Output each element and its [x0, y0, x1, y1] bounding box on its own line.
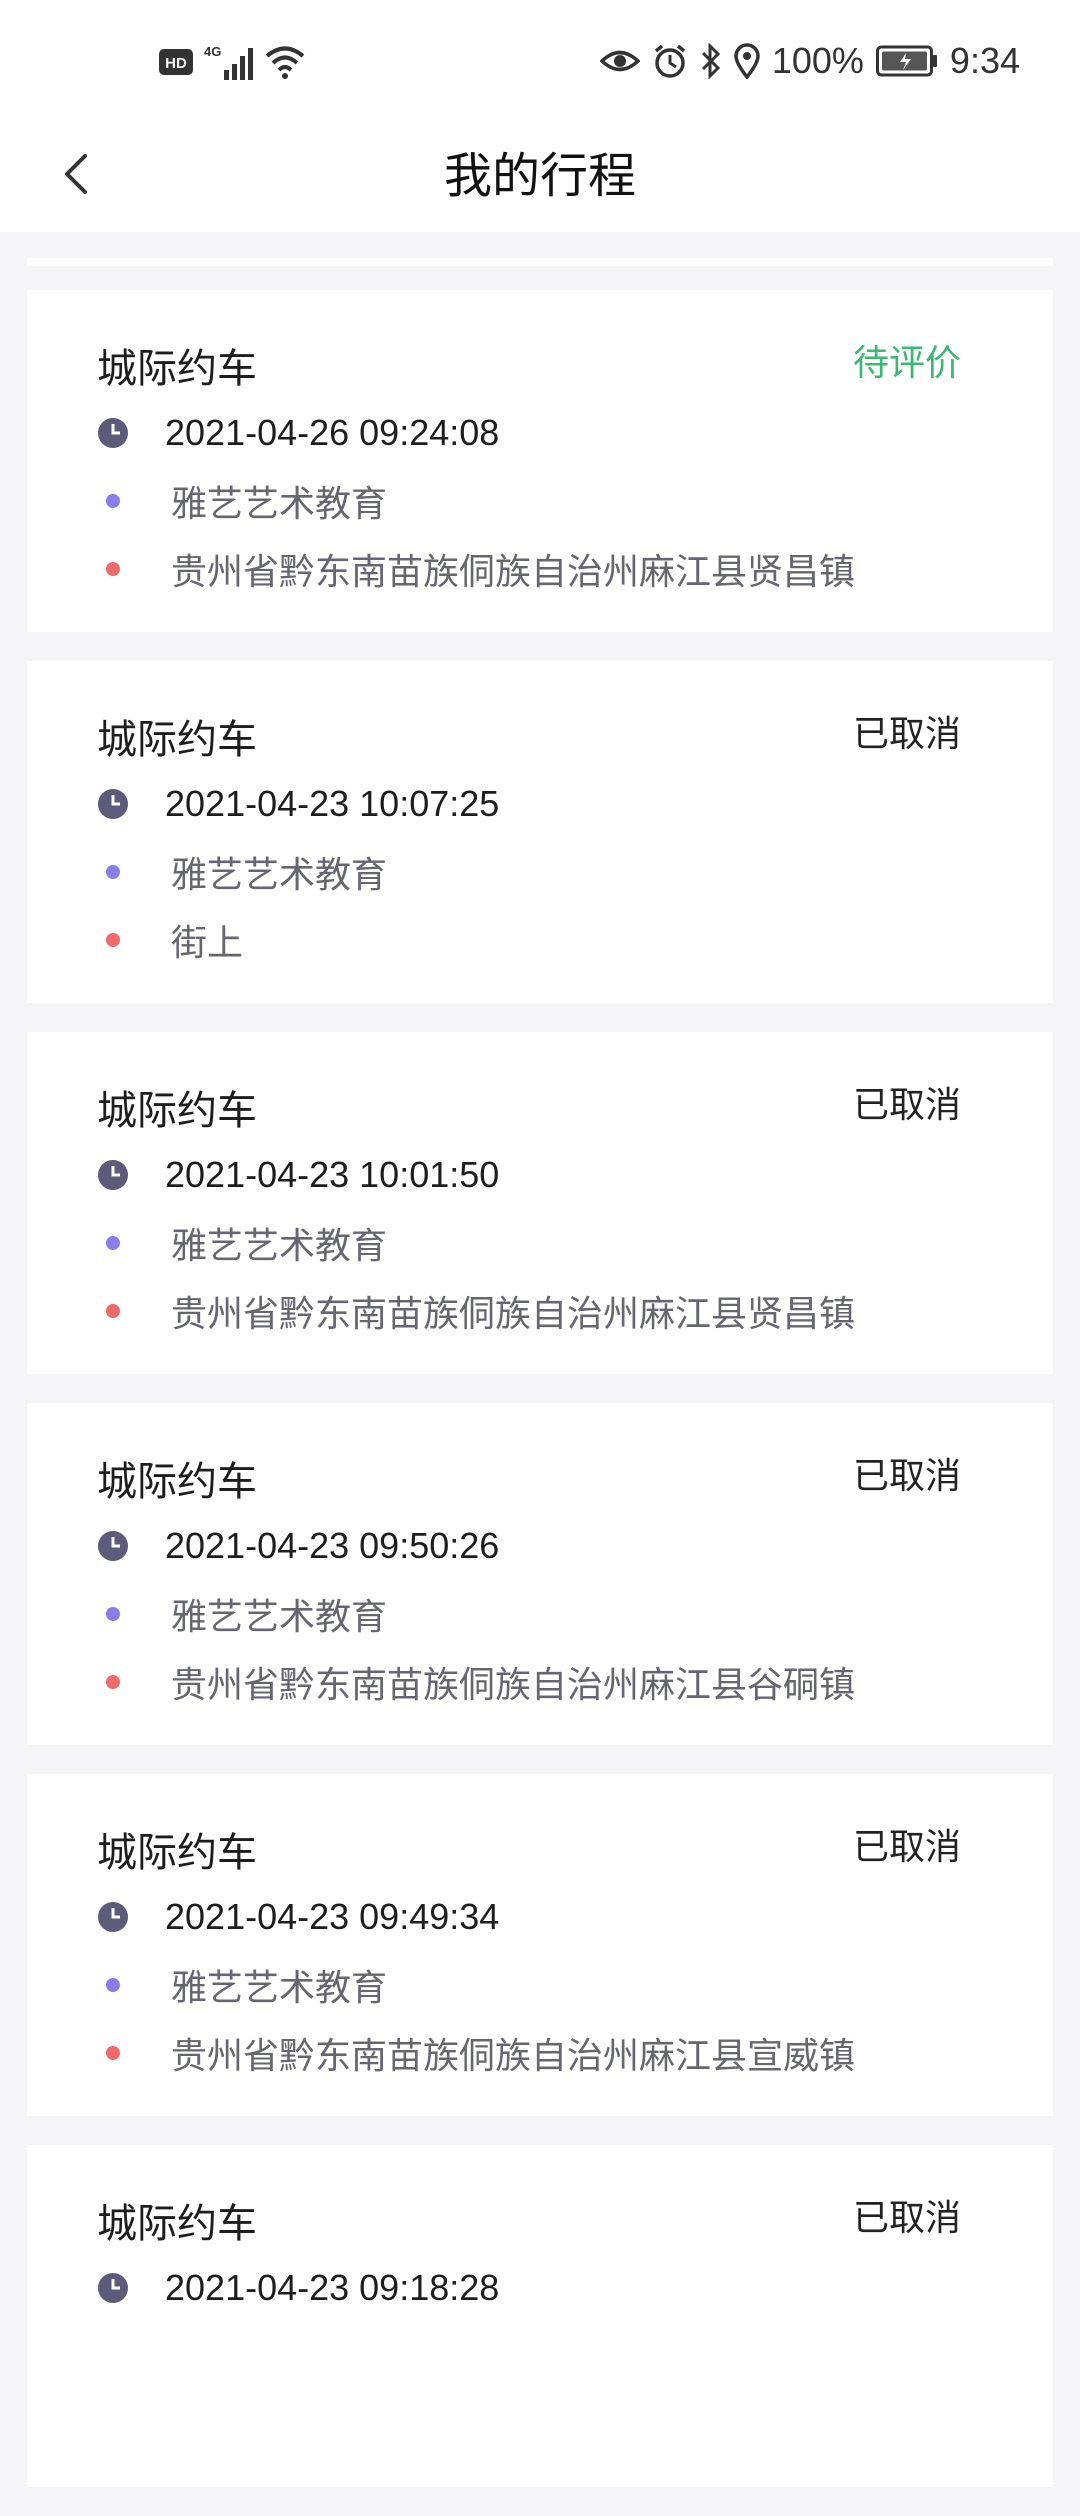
trip-origin: 雅艺艺术教育 — [171, 1968, 388, 2009]
trip-destination: 贵州省黔东南苗族侗族自治州麻江县宣威镇 — [171, 2036, 856, 2077]
page-title: 我的行程 — [443, 148, 636, 204]
origin-dot-icon — [97, 856, 129, 888]
trip-time-row: 2021-04-23 09:50:26 — [97, 1521, 499, 1571]
back-button[interactable] — [40, 140, 112, 212]
trip-type: 城际约车 — [97, 346, 257, 392]
hd-icon: HD — [158, 47, 194, 77]
trip-status: 已取消 — [852, 2198, 961, 2239]
trip-time-row: 2021-04-23 09:49:34 — [97, 1892, 499, 1942]
trip-destination-row: 贵州省黔东南苗族侗族自治州麻江县宣威镇 — [97, 2028, 855, 2078]
trip-origin-row: 雅艺艺术教育 — [97, 1589, 387, 1639]
list-top-edge — [27, 258, 1053, 266]
trip-origin-row: 雅艺艺术教育 — [97, 1960, 387, 2010]
4g-signal-icon: 4G — [204, 42, 254, 82]
trip-type: 城际约车 — [97, 1088, 257, 1134]
trip-time: 2021-04-23 10:01:50 — [165, 1154, 500, 1195]
trip-status: 已取消 — [852, 714, 961, 755]
wifi-icon — [264, 44, 306, 80]
status-bar-right: 100% 9:34 — [599, 36, 1020, 86]
trip-card[interactable]: 城际约车 已取消 2021-04-23 09:49:34 雅艺艺术教育 贵州省黔… — [27, 1774, 1053, 2116]
clock-icon — [97, 1159, 129, 1191]
trip-destination-row: 街上 — [97, 915, 243, 965]
trip-status: 待评价 — [852, 343, 961, 384]
trip-time: 2021-04-23 09:49:34 — [165, 1896, 500, 1937]
eye-icon — [599, 46, 640, 76]
bluetooth-icon — [700, 43, 722, 79]
trip-status: 已取消 — [852, 1456, 961, 1497]
trip-list: 城际约车 待评价 2021-04-26 09:24:08 雅艺艺术教育 贵州省黔… — [27, 290, 1053, 2516]
trip-status: 已取消 — [852, 1085, 961, 1126]
clock-icon — [97, 1901, 129, 1933]
destination-dot-icon — [97, 1666, 129, 1698]
trip-destination-row: 贵州省黔东南苗族侗族自治州麻江县贤昌镇 — [97, 1286, 855, 1336]
trip-destination: 贵州省黔东南苗族侗族自治州麻江县贤昌镇 — [171, 552, 856, 593]
clock-icon — [97, 417, 129, 449]
trip-type: 城际约车 — [97, 1830, 257, 1876]
origin-dot-icon — [97, 1598, 129, 1630]
trip-card[interactable]: 城际约车 已取消 2021-04-23 10:01:50 雅艺艺术教育 贵州省黔… — [27, 1032, 1053, 1374]
trip-origin-row: 雅艺艺术教育 — [97, 476, 387, 526]
trip-destination-row: 贵州省黔东南苗族侗族自治州麻江县谷硐镇 — [97, 1657, 855, 1707]
svg-text:4G: 4G — [204, 44, 221, 59]
trip-destination: 贵州省黔东南苗族侗族自治州麻江县贤昌镇 — [171, 1294, 856, 1335]
origin-dot-icon — [97, 1227, 129, 1259]
destination-dot-icon — [97, 1295, 129, 1327]
nav-bar: 我的行程 — [0, 120, 1080, 232]
alarm-icon — [652, 43, 688, 79]
trip-time: 2021-04-23 09:50:26 — [165, 1525, 500, 1566]
trip-card[interactable]: 城际约车 已取消 2021-04-23 09:50:26 雅艺艺术教育 贵州省黔… — [27, 1403, 1053, 1745]
trip-status: 已取消 — [852, 1827, 961, 1868]
trip-time-row: 2021-04-23 10:07:25 — [97, 779, 499, 829]
trip-time: 2021-04-23 09:18:28 — [165, 2267, 500, 2308]
clock-time: 9:34 — [949, 40, 1020, 81]
clock-icon — [97, 1530, 129, 1562]
trip-time: 2021-04-23 10:07:25 — [165, 783, 500, 824]
trip-destination: 贵州省黔东南苗族侗族自治州麻江县谷硐镇 — [171, 1665, 856, 1706]
battery-icon — [875, 45, 938, 77]
trip-destination-row: 贵州省黔东南苗族侗族自治州麻江县贤昌镇 — [97, 544, 855, 594]
destination-dot-icon — [97, 924, 129, 956]
trip-origin: 雅艺艺术教育 — [171, 1226, 388, 1267]
status-bar-left: HD 4G — [158, 40, 306, 84]
trip-card[interactable]: 城际约车 已取消 2021-04-23 10:07:25 雅艺艺术教育 街上 — [27, 661, 1053, 1003]
trip-origin-row: 雅艺艺术教育 — [97, 1218, 387, 1268]
trip-origin: 雅艺艺术教育 — [171, 1597, 388, 1638]
status-bar: HD 4G 100% 9:34 — [0, 0, 1080, 120]
trip-card[interactable]: 城际约车 待评价 2021-04-26 09:24:08 雅艺艺术教育 贵州省黔… — [27, 290, 1053, 632]
trip-origin: 雅艺艺术教育 — [171, 484, 388, 525]
destination-dot-icon — [97, 553, 129, 585]
chevron-left-icon — [61, 152, 91, 200]
origin-dot-icon — [97, 1969, 129, 2001]
trip-origin-row: 雅艺艺术教育 — [97, 847, 387, 897]
svg-text:HD: HD — [165, 55, 187, 72]
trip-time-row: 2021-04-23 09:18:28 — [97, 2263, 499, 2313]
trip-destination: 街上 — [171, 923, 244, 964]
trip-time-row: 2021-04-23 10:01:50 — [97, 1150, 499, 1200]
clock-icon — [97, 2272, 129, 2304]
trip-type: 城际约车 — [97, 717, 257, 763]
origin-dot-icon — [97, 485, 129, 517]
battery-percent: 100% — [771, 40, 864, 81]
trip-type: 城际约车 — [97, 1459, 257, 1505]
trip-time-row: 2021-04-26 09:24:08 — [97, 408, 499, 458]
destination-dot-icon — [97, 2037, 129, 2069]
location-icon — [734, 43, 760, 79]
trip-origin: 雅艺艺术教育 — [171, 855, 388, 896]
trip-time: 2021-04-26 09:24:08 — [165, 412, 500, 453]
trip-type: 城际约车 — [97, 2201, 257, 2247]
trip-card[interactable]: 城际约车 已取消 2021-04-23 09:18:28 — [27, 2145, 1053, 2487]
clock-icon — [97, 788, 129, 820]
